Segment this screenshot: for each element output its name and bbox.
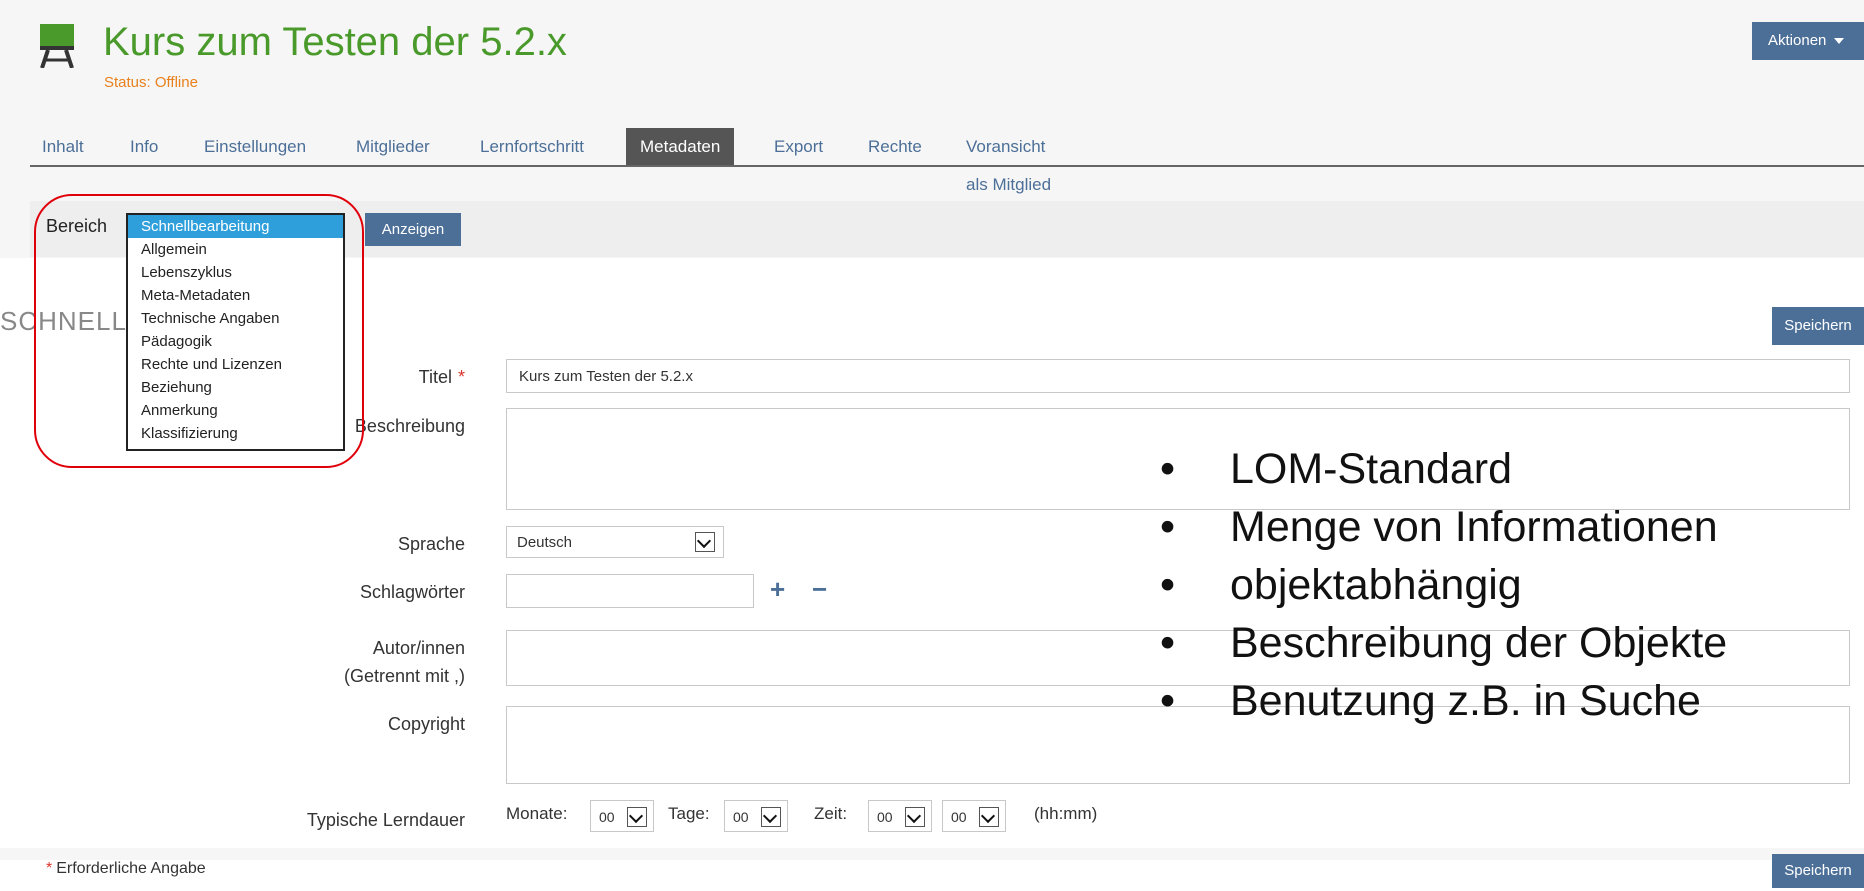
remove-keyword-icon[interactable]: − <box>812 574 827 605</box>
bullet-item: • LOM-Standard <box>1160 440 1727 498</box>
tab-mitglieder[interactable]: Mitglieder <box>356 128 430 166</box>
days-value: 00 <box>733 809 749 825</box>
language-select[interactable]: Deutsch <box>506 526 724 558</box>
days-select[interactable]: 00 <box>724 800 788 832</box>
page-title: Kurs zum Testen der 5.2.x <box>103 20 567 64</box>
title-label: Titel * <box>419 367 465 388</box>
chevron-down-icon <box>979 807 999 827</box>
bullet-item: • Benutzung z.B. in Suche <box>1160 672 1727 730</box>
bullet-text: Benutzung z.B. in Suche <box>1230 677 1701 725</box>
bullet-text: LOM-Standard <box>1230 445 1513 493</box>
tab-info[interactable]: Info <box>130 128 158 166</box>
chevron-down-icon <box>695 532 715 552</box>
months-label: Monate: <box>506 804 568 823</box>
caret-down-icon <box>1834 38 1845 45</box>
course-easel-icon <box>40 24 74 68</box>
description-label: Beschreibung <box>354 416 465 436</box>
chevron-down-icon <box>905 807 925 827</box>
bullet-text: objektabhängig <box>1230 561 1522 609</box>
save-button-top[interactable]: Speichern <box>1772 307 1864 345</box>
time-label: Zeit: <box>814 804 848 823</box>
actions-button[interactable]: Aktionen <box>1752 22 1864 60</box>
bullet-symbol: • <box>1160 445 1176 493</box>
bullet-item: • objektabhängig <box>1160 556 1727 614</box>
tab-lernfortschritt[interactable]: Lernfortschritt <box>480 128 584 166</box>
required-note: * Erforderliche Angabe <box>46 860 206 878</box>
add-keyword-icon[interactable]: + <box>770 574 785 605</box>
required-note-marker: * <box>46 860 53 877</box>
bullet-list-overlay: • LOM-Standard • Menge von Informationen •… <box>1160 440 1727 730</box>
chevron-down-icon <box>627 807 647 827</box>
required-marker: * <box>457 367 465 387</box>
tab-einstellungen[interactable]: Einstellungen <box>204 128 306 166</box>
tab-inhalt[interactable]: Inhalt <box>42 128 84 166</box>
time-format-hint: (hh:mm) <box>1034 804 1098 823</box>
keywords-label: Schlagwörter <box>359 582 465 602</box>
title-input[interactable]: Kurs zum Testen der 5.2.x <box>506 359 1850 393</box>
language-label: Sprache <box>397 534 465 554</box>
tab-voransicht[interactable]: Voransicht als Mitglied aktivieren❯ <box>966 128 1057 232</box>
show-button[interactable]: Anzeigen <box>365 213 461 246</box>
authors-hint: (Getrennt mit ,) <box>343 666 465 686</box>
language-value: Deutsch <box>517 534 573 551</box>
bullet-symbol: • <box>1160 503 1176 551</box>
bullet-item: • Beschreibung der Objekte <box>1160 614 1727 672</box>
hours-select[interactable]: 00 <box>868 800 932 832</box>
duration-label: Typische Lerndauer <box>306 810 465 830</box>
authors-label: Autor/innen <box>372 638 465 658</box>
months-select[interactable]: 00 <box>590 800 654 832</box>
tab-metadaten[interactable]: Metadaten <box>626 128 735 166</box>
months-value: 00 <box>599 809 615 825</box>
page: Kurs zum Testen der 5.2.x Status: Offlin… <box>0 0 1864 891</box>
chevron-down-icon <box>761 807 781 827</box>
hours-value: 00 <box>877 809 893 825</box>
bullet-text: Menge von Informationen <box>1230 503 1718 551</box>
bullet-text: Beschreibung der Objekte <box>1230 619 1728 667</box>
tab-rechte[interactable]: Rechte <box>868 128 922 166</box>
copyright-label: Copyright <box>387 714 465 734</box>
annotation-highlight <box>34 194 364 468</box>
keywords-input[interactable] <box>506 574 754 608</box>
bullet-symbol: • <box>1160 677 1176 725</box>
save-button-bottom[interactable]: Speichern <box>1772 854 1864 888</box>
days-label: Tage: <box>668 804 710 823</box>
actions-label: Aktionen <box>1768 32 1827 49</box>
tab-export[interactable]: Export <box>774 128 823 166</box>
status-text: Status: Offline <box>104 74 198 91</box>
required-note-text: Erforderliche Angabe <box>56 860 206 877</box>
bullet-symbol: • <box>1160 619 1176 667</box>
bullet-item: • Menge von Informationen <box>1160 498 1727 556</box>
minutes-select[interactable]: 00 <box>942 800 1006 832</box>
minutes-value: 00 <box>951 809 967 825</box>
title-label-text: Titel <box>418 367 452 387</box>
bullet-symbol: • <box>1160 561 1176 609</box>
tab-underline <box>30 165 1864 167</box>
